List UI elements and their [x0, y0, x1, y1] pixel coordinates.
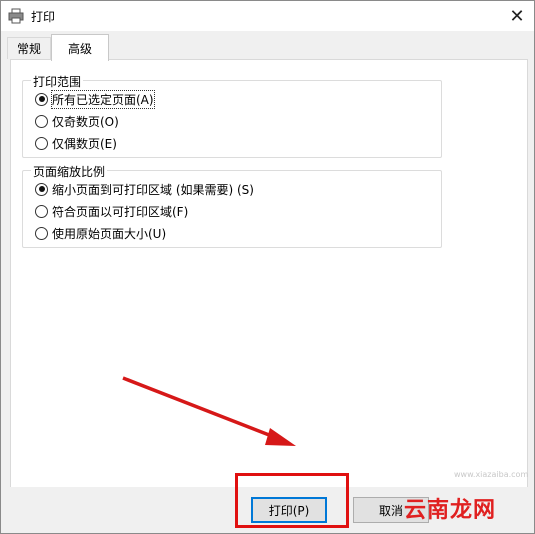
- radio-label: 符合页面以可打印区域(F): [52, 204, 189, 219]
- radio-label: 缩小页面到可打印区域 (如果需要) (S): [52, 182, 254, 197]
- radio-label: 所有已选定页面(A): [51, 89, 155, 109]
- radio-selected-icon: [35, 182, 48, 196]
- print-button[interactable]: 打印(P): [251, 497, 327, 523]
- radio-even-pages[interactable]: 仅偶数页(E): [35, 134, 117, 152]
- radio-label: 仅奇数页(O): [52, 114, 119, 129]
- radio-label: 使用原始页面大小(U): [52, 226, 167, 241]
- radio-original-size[interactable]: 使用原始页面大小(U): [35, 224, 166, 242]
- radio-unselected-icon: [35, 204, 48, 218]
- print-range-legend: 打印范围: [31, 73, 84, 90]
- window-title: 打印: [31, 10, 56, 24]
- radio-shrink-to-fit[interactable]: 缩小页面到可打印区域 (如果需要) (S): [35, 180, 254, 198]
- title-bar: 打印 ✕: [1, 1, 534, 31]
- close-icon: ✕: [509, 5, 525, 27]
- radio-label: 仅偶数页(E): [52, 136, 117, 151]
- print-dialog: 打印 ✕ 常规 高级 打印范围 所有已选定页面(A) 仅奇数页(O) 仅偶数页(…: [0, 0, 535, 534]
- radio-unselected-icon: [35, 114, 48, 128]
- radio-odd-pages[interactable]: 仅奇数页(O): [35, 112, 119, 130]
- radio-selected-icon: [35, 92, 48, 106]
- print-range-group: 打印范围 所有已选定页面(A) 仅奇数页(O) 仅偶数页(E): [22, 73, 442, 158]
- page-scaling-legend: 页面缩放比例: [31, 163, 108, 180]
- page-scaling-group: 页面缩放比例 缩小页面到可打印区域 (如果需要) (S) 符合页面以可打印区域(…: [22, 163, 442, 248]
- radio-unselected-icon: [35, 226, 48, 240]
- close-button[interactable]: ✕: [500, 1, 534, 31]
- radio-all-pages[interactable]: 所有已选定页面(A): [35, 89, 155, 109]
- tab-bar: 常规 高级: [1, 31, 534, 61]
- printer-icon: [8, 8, 24, 24]
- radio-unselected-icon: [35, 136, 48, 150]
- tab-general[interactable]: 常规: [7, 37, 51, 59]
- radio-fit-printable[interactable]: 符合页面以可打印区域(F): [35, 202, 188, 220]
- tab-advanced[interactable]: 高级: [51, 34, 109, 61]
- watermark-logo: 云南龙网: [404, 498, 497, 523]
- watermark-url: www.xiazaiba.com: [454, 470, 529, 479]
